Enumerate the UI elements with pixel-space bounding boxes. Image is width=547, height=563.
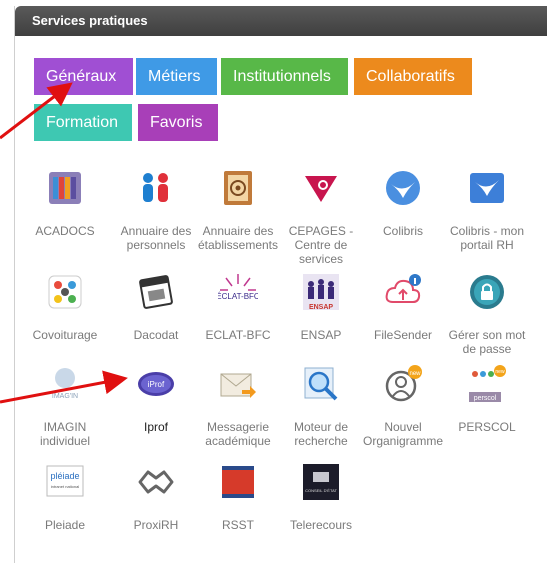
- tile-proxirh[interactable]: ProxiRH: [115, 462, 197, 532]
- tab-metiers[interactable]: Métiers: [136, 58, 217, 95]
- svg-text:iProf: iProf: [148, 380, 165, 389]
- telerecours-icon: CONSEIL D'ÉTAT: [303, 464, 339, 500]
- tile-ensap[interactable]: ENSAP ENSAP: [280, 272, 362, 342]
- tab-favoris[interactable]: Favoris: [138, 104, 218, 141]
- tile-label: Telerecours: [289, 518, 353, 532]
- tile-label: ENSAP: [300, 328, 342, 342]
- tile-imagin[interactable]: IMAG'IN IMAGIN individuel: [24, 364, 106, 448]
- handshake-icon: [138, 470, 174, 494]
- panel-header: Services pratiques: [15, 6, 547, 36]
- tile-dacodat[interactable]: Dacodat: [115, 272, 197, 342]
- eclat-logo-icon: ÉCLAT-BFC: [218, 274, 258, 301]
- svg-text:CONSEIL D'ÉTAT: CONSEIL D'ÉTAT: [305, 488, 337, 493]
- tile-label: Messagerie académique: [205, 420, 271, 448]
- tile-moteur-recherche[interactable]: Moteur de recherche: [280, 364, 362, 448]
- tile-covoiturage[interactable]: Covoiturage: [24, 272, 106, 342]
- bird-icon: [386, 171, 420, 205]
- tile-label: ProxiRH: [133, 518, 179, 532]
- tile-annuaire-personnels[interactable]: Annuaire des personnels: [115, 168, 197, 252]
- perscol-icon: perscol new: [469, 365, 506, 402]
- svg-text:pléiade: pléiade: [50, 471, 79, 481]
- bird-portal-icon: [470, 173, 504, 203]
- tile-mot-de-passe[interactable]: Gérer son mot de passe: [446, 272, 528, 356]
- tile-filesender[interactable]: FileSender: [362, 272, 444, 342]
- tile-label: Iprof: [143, 420, 168, 434]
- organigram-icon: new: [385, 365, 422, 402]
- carpool-icon: [48, 275, 82, 309]
- tile-label: Moteur de recherche: [293, 420, 349, 448]
- tile-label: RSST: [221, 518, 254, 532]
- tile-messagerie[interactable]: Messagerie académique: [197, 364, 279, 448]
- binders-icon: [49, 172, 81, 204]
- svg-text:new: new: [409, 371, 421, 377]
- tile-label: ACADOCS: [35, 224, 95, 238]
- svg-text:IMAG'IN: IMAG'IN: [52, 393, 78, 400]
- tab-formation[interactable]: Formation: [34, 104, 132, 141]
- svg-text:perscol: perscol: [474, 395, 497, 402]
- tile-label: ECLAT-BFC: [205, 328, 271, 342]
- tile-acadocs[interactable]: ACADOCS: [24, 168, 106, 238]
- calendar-icon: [139, 275, 173, 309]
- tile-annuaire-etablissements[interactable]: Annuaire des établissements: [197, 168, 279, 252]
- triangle-icon: [305, 176, 337, 202]
- tab-generaux[interactable]: Généraux: [34, 58, 133, 95]
- tile-label: Covoiturage: [32, 328, 98, 342]
- envelope-icon: [220, 373, 256, 398]
- iprof-icon: iProf: [138, 372, 174, 396]
- magnifier-icon: [304, 367, 338, 401]
- tile-label: Colibris - mon portail RH: [449, 224, 524, 252]
- tile-eclat-bfc[interactable]: ÉCLAT-BFC ECLAT-BFC: [197, 272, 279, 342]
- tab-collaboratifs[interactable]: Collaboratifs: [354, 58, 472, 95]
- tile-perscol[interactable]: perscol new PERSCOL: [446, 364, 528, 434]
- tile-label: Annuaire des personnels: [120, 224, 192, 252]
- register-icon: [222, 466, 254, 498]
- tile-iprof[interactable]: iProf Iprof: [115, 364, 197, 434]
- tab-institutionnels[interactable]: Institutionnels: [221, 58, 348, 95]
- tile-colibris[interactable]: Colibris: [362, 168, 444, 238]
- tile-colibris-portail-rh[interactable]: Colibris - mon portail RH: [446, 168, 528, 252]
- tile-rsst[interactable]: RSST: [197, 462, 279, 532]
- tile-telerecours[interactable]: CONSEIL D'ÉTAT Telerecours: [280, 462, 362, 532]
- tile-pleiade[interactable]: pléiade intranet national Pleiade: [24, 462, 106, 532]
- tile-nouvel-organigramme[interactable]: new Nouvel Organigramme: [362, 364, 444, 448]
- people-icon: [143, 173, 168, 202]
- svg-text:new: new: [495, 369, 505, 375]
- tile-label: PERSCOL: [458, 420, 516, 434]
- tile-cepages[interactable]: CEPAGES - Centre de services: [280, 168, 362, 266]
- tile-label: FileSender: [373, 328, 433, 342]
- tile-label: Annuaire des établissements: [197, 224, 279, 252]
- tile-label: Gérer son mot de passe: [448, 328, 526, 356]
- ensap-icon: ENSAP: [303, 274, 339, 311]
- lock-icon: [470, 275, 504, 309]
- address-book-icon: [224, 171, 252, 205]
- tile-label: Nouvel Organigramme: [362, 420, 444, 448]
- panel-title: Services pratiques: [32, 13, 148, 28]
- svg-text:ENSAP: ENSAP: [309, 304, 333, 311]
- svg-text:ÉCLAT-BFC: ÉCLAT-BFC: [218, 292, 258, 301]
- tile-label: CEPAGES - Centre de services: [288, 224, 354, 266]
- tile-label: Dacodat: [133, 328, 179, 342]
- tile-label: Pleiade: [44, 518, 86, 532]
- tile-label: IMAGIN individuel: [39, 420, 91, 448]
- pleiade-icon: pléiade intranet national: [46, 465, 84, 497]
- cloud-upload-icon: [385, 274, 421, 303]
- tile-label: Colibris: [382, 224, 423, 238]
- imagin-icon: IMAG'IN: [52, 368, 78, 400]
- svg-text:intranet national: intranet national: [51, 484, 80, 489]
